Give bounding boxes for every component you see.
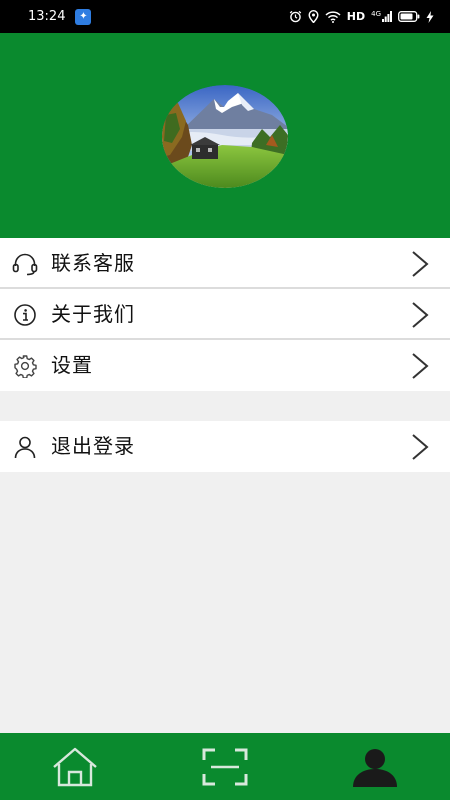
menu-group-primary: 联系客服 关于我们 设置 — [0, 238, 450, 391]
mountain-landscape-avatar[interactable] — [162, 85, 288, 188]
gear-icon — [12, 353, 38, 379]
profile-screen: 13:24 ✦ HD 4G 联系客服 关于我们 设置 退出登录 — [0, 0, 450, 800]
status-time: 13:24 — [28, 9, 66, 24]
menu-item-customer-service[interactable]: 联系客服 — [0, 238, 450, 289]
tab-scan[interactable] — [150, 733, 300, 800]
wifi-icon — [325, 10, 341, 23]
chevron-right-icon — [412, 434, 429, 460]
status-indicators: HD 4G — [289, 10, 434, 23]
bottom-nav — [0, 733, 450, 800]
menu-label-settings: 设置 — [51, 353, 93, 377]
alarm-icon — [289, 10, 302, 23]
location-icon — [308, 10, 319, 23]
menu-item-about-us[interactable]: 关于我们 — [0, 289, 450, 340]
chevron-right-icon — [412, 251, 429, 277]
profile-icon — [353, 748, 397, 787]
menu-label-logout: 退出登录 — [51, 434, 135, 458]
home-icon — [53, 747, 97, 786]
network-label: 4G — [371, 10, 381, 18]
menu-group-account: 退出登录 — [0, 421, 450, 472]
hd-label: HD — [346, 10, 366, 23]
menu-item-logout[interactable]: 退出登录 — [0, 421, 450, 472]
battery-icon — [398, 11, 420, 22]
status-left: 13:24 ✦ — [28, 8, 92, 25]
user-icon — [12, 434, 38, 460]
menu-item-settings[interactable]: 设置 — [0, 340, 450, 391]
tab-home[interactable] — [0, 733, 150, 800]
headset-icon — [12, 251, 38, 277]
tab-profile[interactable] — [300, 733, 450, 800]
scan-icon — [202, 748, 248, 785]
profile-header — [0, 33, 450, 238]
status-bar: 13:24 ✦ HD 4G — [0, 0, 450, 33]
menu-label-about-us: 关于我们 — [51, 302, 135, 326]
sparkle-app-icon: ✦ — [75, 8, 92, 25]
chevron-right-icon — [412, 302, 429, 328]
charging-icon — [426, 10, 434, 23]
info-icon — [12, 302, 38, 328]
chevron-right-icon — [412, 353, 429, 379]
signal-icon: 4G — [371, 11, 392, 22]
menu-label-customer-service: 联系客服 — [51, 251, 135, 275]
